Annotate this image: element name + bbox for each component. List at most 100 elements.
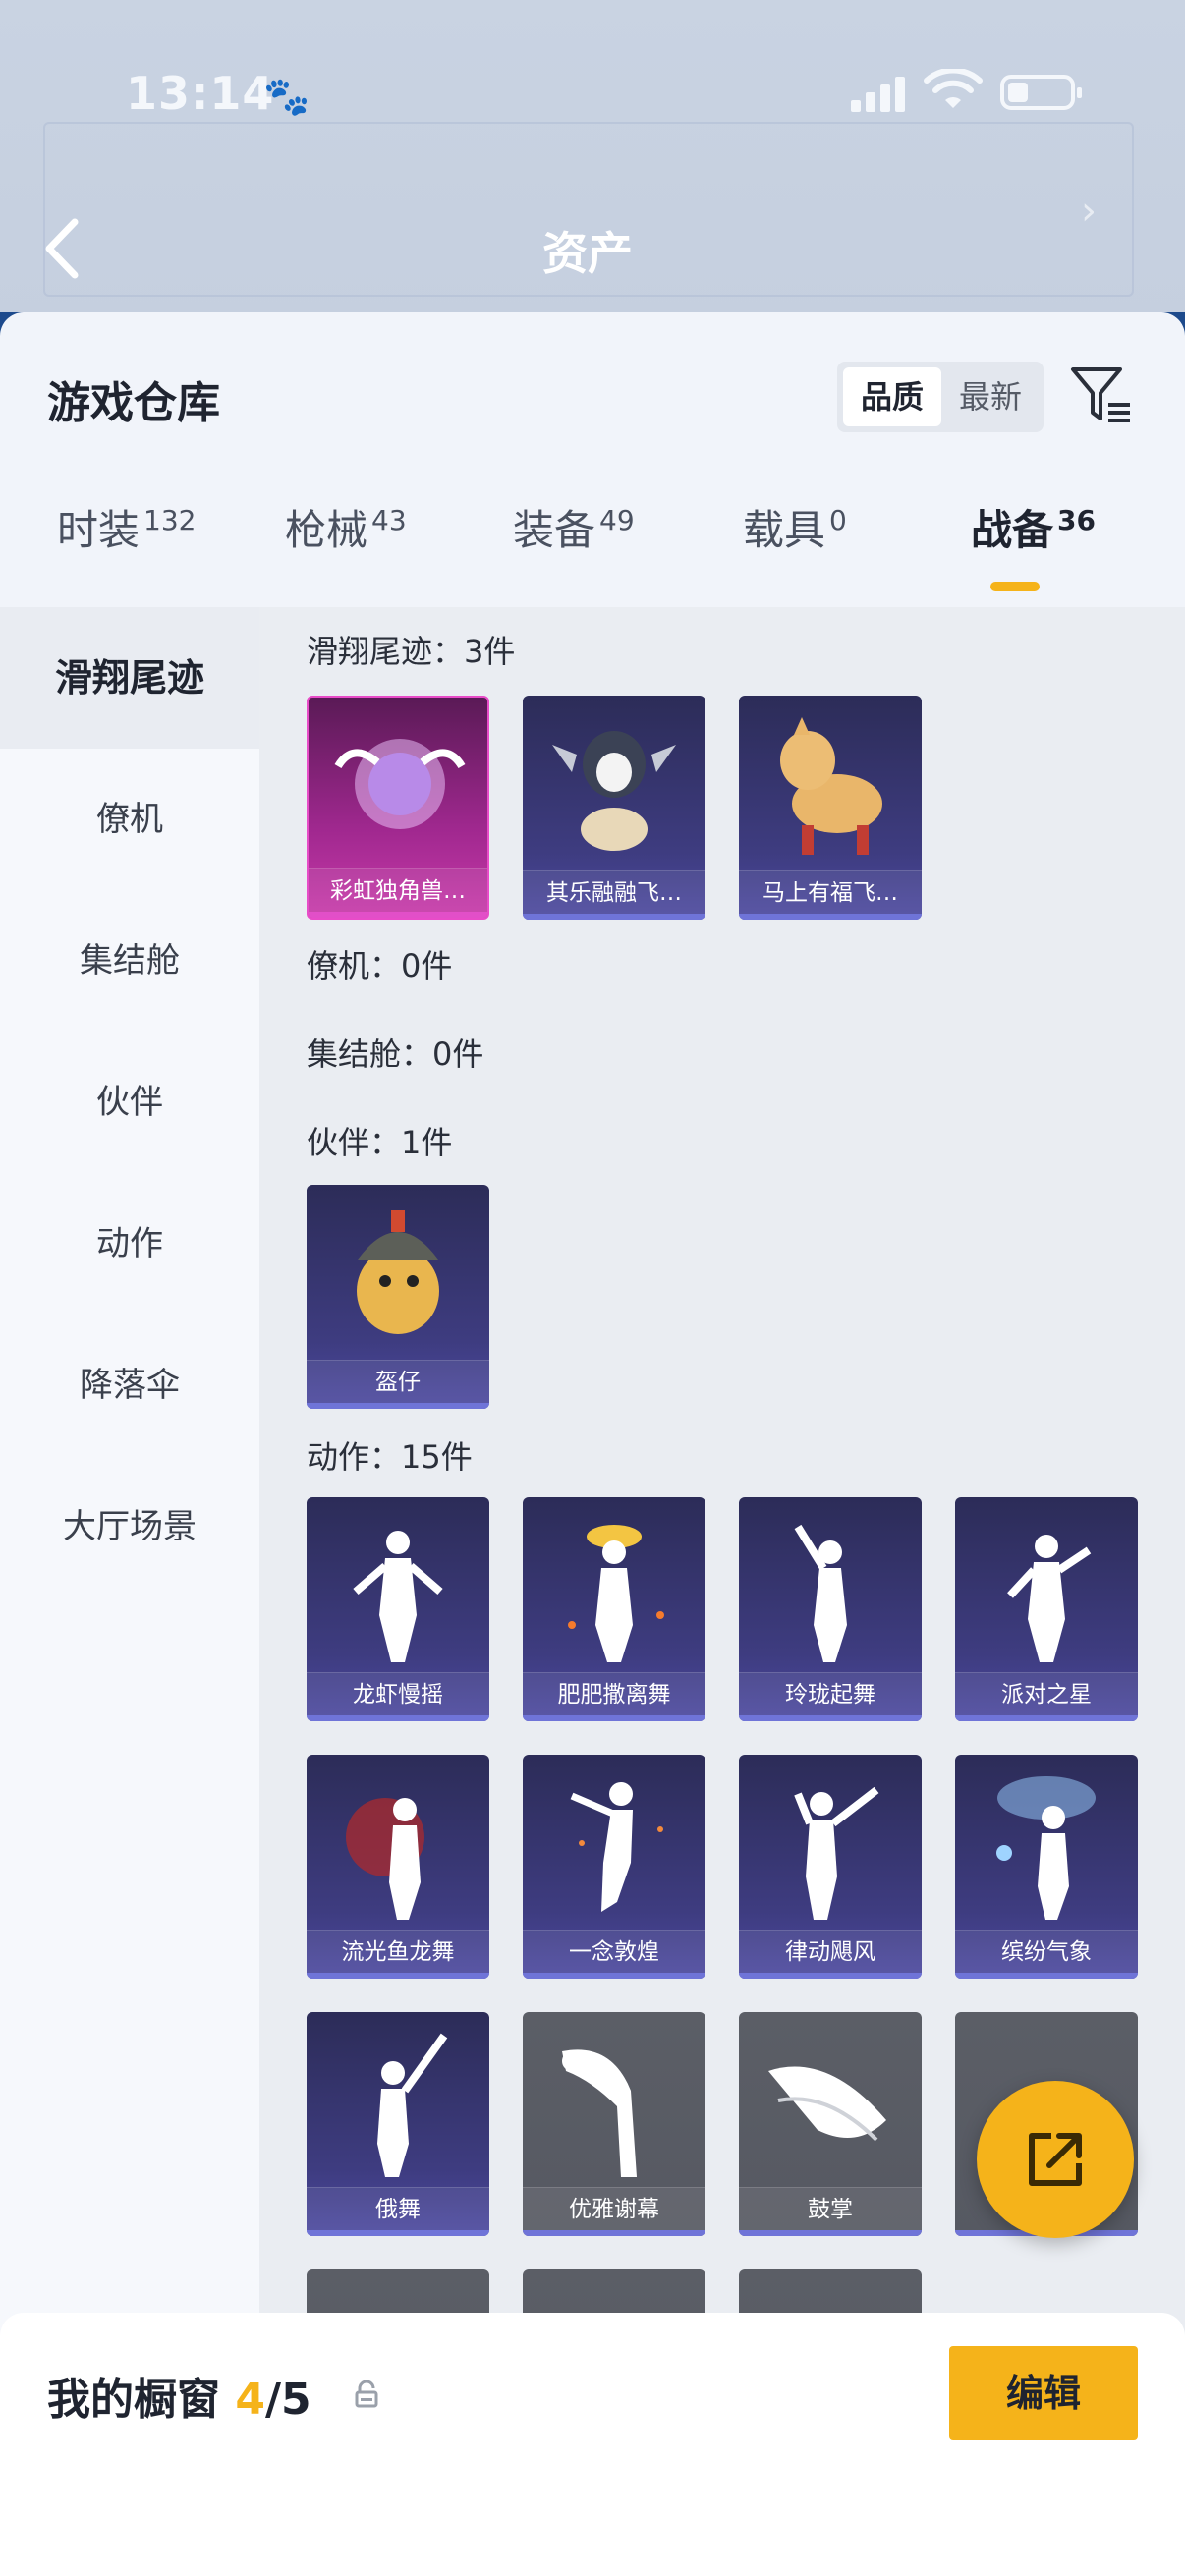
share-button[interactable]	[977, 2081, 1134, 2238]
app-screen: 13:14 🐾 资产 › 游戏仓库 品质 最新 时装 132 枪械 43 装备 …	[0, 0, 1185, 2576]
rarity-bar	[739, 2230, 922, 2236]
item-name: 流光鱼龙舞	[307, 1930, 489, 1973]
battery-icon	[1000, 75, 1082, 110]
filter-icon[interactable]	[1069, 364, 1134, 428]
rarity-bar	[739, 1715, 922, 1721]
tab-label: 载具	[743, 506, 826, 554]
rarity-bar	[523, 1973, 705, 1979]
dancer-icon	[353, 1531, 443, 1662]
item-card[interactable]: 优雅谢幕	[523, 2012, 705, 2236]
dancer-icon	[568, 1525, 664, 1662]
rarity-bar	[307, 1973, 489, 1979]
item-name: 玲珑起舞	[739, 1672, 922, 1715]
dancer-icon	[1007, 1535, 1092, 1662]
unicorn-icon	[334, 739, 466, 829]
wifi-icon	[924, 69, 983, 108]
showcase-current: 4	[235, 2375, 265, 2425]
dancer-icon	[794, 1524, 847, 1662]
chevron-right-icon: ›	[1081, 189, 1097, 234]
tab-count: 36	[1057, 504, 1096, 536]
sidebar-item-wingman[interactable]: 僚机	[0, 749, 259, 890]
tab-equipment[interactable]: 装备 49	[513, 497, 635, 605]
tab-label: 枪械	[285, 506, 368, 554]
signal-icon	[851, 75, 906, 112]
warehouse-sheet: 游戏仓库 品质 最新 时装 132 枪械 43 装备 49 载具 0 战备 36 滑翔尾迹…	[0, 312, 1185, 2576]
tab-label: 战备	[971, 506, 1054, 554]
rarity-bar	[523, 914, 705, 920]
tab-count: 132	[143, 504, 197, 536]
rarity-bar	[307, 1403, 489, 1409]
item-card[interactable]: 盔仔	[307, 1185, 489, 1409]
item-name: 一念敦煌	[523, 1930, 705, 1973]
item-name: 盔仔	[307, 1360, 489, 1403]
sheet-title: 游戏仓库	[47, 378, 220, 428]
item-name: 鼓掌	[739, 2187, 922, 2230]
item-card[interactable]: 缤纷气象	[955, 1755, 1138, 1979]
tab-label: 装备	[513, 506, 596, 554]
item-name: 缤纷气象	[955, 1930, 1138, 1973]
item-card[interactable]: 玲珑起舞	[739, 1497, 922, 1721]
item-card[interactable]: 彩虹独角兽…	[307, 696, 489, 920]
rarity-bar	[739, 1973, 922, 1979]
sidebar-item-emote[interactable]: 动作	[0, 1173, 259, 1315]
nav-title: 资产	[542, 227, 633, 280]
tab-vehicles[interactable]: 载具 0	[743, 497, 847, 605]
item-card[interactable]: 马上有福飞…	[739, 696, 922, 920]
item-card[interactable]: 其乐融融飞…	[523, 696, 705, 920]
sidebar-item-assembly-pod[interactable]: 集结舱	[0, 890, 259, 1032]
status-time: 13:14	[126, 67, 275, 120]
item-name: 彩虹独角兽…	[309, 868, 487, 912]
sidebar-item-parachute[interactable]: 降落伞	[0, 1315, 259, 1456]
item-name: 俄舞	[307, 2187, 489, 2230]
paw-icon: 🐾	[263, 75, 310, 118]
tab-guns[interactable]: 枪械 43	[285, 497, 407, 605]
sidebar-item-glide-trail[interactable]: 滑翔尾迹	[0, 607, 259, 749]
rarity-bar	[309, 912, 487, 918]
lock-icon	[355, 2380, 378, 2408]
showcase-title: 我的橱窗 4/5	[47, 2364, 311, 2427]
tab-fashion[interactable]: 时装 132	[57, 497, 196, 605]
edit-button[interactable]: 编辑	[949, 2346, 1138, 2440]
item-name: 优雅谢幕	[523, 2187, 705, 2230]
item-card[interactable]: 一念敦煌	[523, 1755, 705, 1979]
dancer-icon	[346, 1798, 424, 1920]
rarity-bar	[955, 1973, 1138, 1979]
rarity-bar	[739, 914, 922, 920]
dancer-icon	[562, 2049, 637, 2177]
horse-icon	[780, 717, 882, 855]
item-name: 其乐融融飞…	[523, 870, 705, 914]
item-card[interactable]: 俄舞	[307, 2012, 489, 2236]
item-card[interactable]: 律动飓风	[739, 1755, 922, 1979]
item-card[interactable]: 流光鱼龙舞	[307, 1755, 489, 1979]
rarity-bar	[307, 1715, 489, 1721]
tab-label: 时装	[57, 506, 141, 554]
sidebar-item-partner[interactable]: 伙伴	[0, 1032, 259, 1173]
section-title-wingman: 僚机：0件	[307, 947, 453, 984]
item-card[interactable]: 龙虾慢摇	[307, 1497, 489, 1721]
section-title-pod: 集结舱：0件	[307, 1036, 484, 1073]
chick-helmet-icon	[357, 1210, 439, 1334]
section-title-partner: 伙伴：1件	[307, 1124, 453, 1161]
item-name: 龙虾慢摇	[307, 1672, 489, 1715]
showcase-label: 我的橱窗	[47, 2375, 220, 2425]
showcase-sep: /	[264, 2375, 282, 2425]
item-card[interactable]: 派对之星	[955, 1497, 1138, 1721]
sidebar-item-lobby-scene[interactable]: 大厅场景	[0, 1456, 259, 1597]
sort-newest-button[interactable]: 最新	[941, 367, 1040, 426]
tab-active-indicator	[990, 582, 1040, 591]
section-title-glide: 滑翔尾迹：3件	[307, 633, 516, 670]
back-icon[interactable]	[39, 214, 88, 283]
showcase-footer: 我的橱窗 4/5 编辑	[0, 2313, 1185, 2576]
category-tabs: 时装 132 枪械 43 装备 49 载具 0 战备 36	[0, 497, 1185, 605]
dancer-icon	[377, 2033, 448, 2177]
rarity-bar	[523, 2230, 705, 2236]
sort-toggle: 品质 最新	[837, 362, 1044, 432]
rarity-bar	[955, 1715, 1138, 1721]
tab-battle-prep[interactable]: 战备 36	[971, 497, 1096, 605]
item-card[interactable]: 肥肥撒离舞	[523, 1497, 705, 1721]
sort-quality-button[interactable]: 品质	[843, 367, 941, 426]
tab-count: 0	[829, 504, 847, 536]
item-name: 马上有福飞…	[739, 870, 922, 914]
share-icon	[1029, 2133, 1082, 2186]
item-card[interactable]: 鼓掌	[739, 2012, 922, 2236]
